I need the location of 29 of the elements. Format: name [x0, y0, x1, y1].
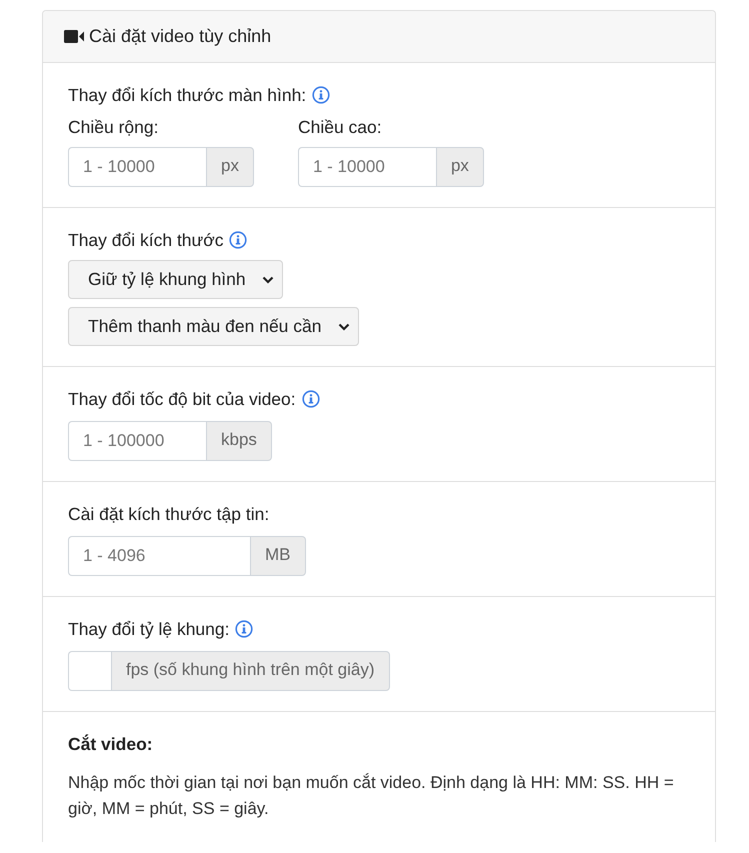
section-label: Cài đặt kích thước tập tin: [68, 503, 270, 526]
number-input[interactable]: 1 - 4096 [68, 536, 250, 576]
unit-addon: MB [250, 536, 306, 576]
unit-addon: fps (số khung hình trên một giây) [111, 651, 390, 691]
unit-addon: px [206, 147, 254, 187]
number-input[interactable]: 1 - 10000 [68, 147, 206, 187]
section-label: Thay đổi tốc độ bit của video: [68, 388, 296, 411]
panel-title: Cài đặt video tùy chỉnh [89, 26, 272, 47]
info-icon[interactable] [229, 231, 248, 249]
unit-addon: px [436, 147, 484, 187]
field-label: Chiều rộng: [68, 116, 160, 139]
section-label: Thay đổi tỷ lệ khung: [68, 618, 230, 641]
select-field[interactable]: Giữ tỷ lệ khung hình [68, 260, 283, 299]
number-input[interactable]: 1 - 10000 [298, 147, 436, 187]
section-label: Cắt video: [68, 733, 153, 756]
info-icon[interactable] [235, 620, 254, 638]
chevron-down-icon [338, 322, 350, 330]
select-field[interactable]: Thêm thanh màu đen nếu cần [68, 307, 358, 346]
number-input[interactable]: 1 - 100000 [68, 421, 206, 461]
info-icon[interactable] [302, 390, 320, 408]
unit-addon: kbps [206, 421, 272, 461]
description-text: Nhập mốc thời gian tại nơi bạn muốn cắt video. Định dạng là HH: MM: SS. HH = giờ, MM = phút, SS = giây. [68, 772, 675, 820]
section-label: Thay đổi kích thước [68, 229, 224, 252]
chevron-down-icon [262, 276, 274, 284]
info-icon[interactable] [312, 86, 330, 104]
field-label: Chiều cao: [298, 116, 383, 139]
section-label: Thay đổi kích thước màn hình: [68, 84, 306, 107]
number-input[interactable] [68, 651, 111, 691]
video-camera-icon [64, 30, 84, 43]
